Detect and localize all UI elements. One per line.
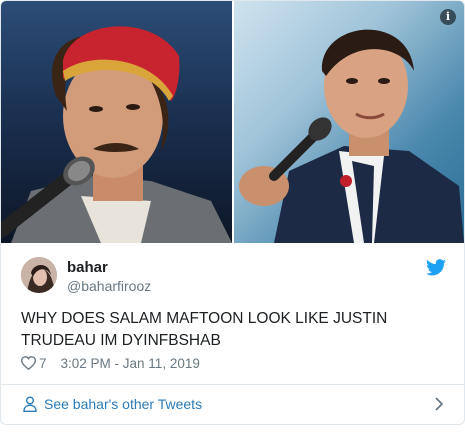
- left-photo[interactable]: [1, 1, 232, 243]
- tweet-meta: 7 3:02 PM - Jan 11, 2019: [21, 355, 200, 375]
- like-count[interactable]: 7: [39, 356, 47, 371]
- tweet-media[interactable]: i: [1, 1, 464, 243]
- author-handle[interactable]: @baharfirooz: [67, 278, 151, 294]
- person-icon: [23, 396, 37, 412]
- info-icon[interactable]: i: [440, 9, 456, 25]
- heart-icon[interactable]: [21, 356, 36, 371]
- tweet-timestamp[interactable]: 3:02 PM - Jan 11, 2019: [61, 356, 200, 371]
- man-with-red-hat-singing-icon: [1, 26, 232, 243]
- avatar-image-icon: [21, 257, 57, 293]
- tweet-text: WHY DOES SALAM MAFTOON LOOK LIKE JUSTIN …: [21, 310, 388, 349]
- author-name[interactable]: bahar: [67, 259, 108, 276]
- avatar[interactable]: [21, 257, 57, 293]
- see-other-tweets-label: See bahar's other Tweets: [44, 396, 203, 412]
- see-other-tweets-link[interactable]: See bahar's other Tweets: [1, 385, 464, 424]
- twitter-bird-icon[interactable]: [426, 259, 446, 276]
- right-photo[interactable]: i: [234, 1, 464, 243]
- chevron-right-icon: [435, 397, 443, 411]
- tweet-embed-card: i bahar @baharfirooz WHY DOES SALAM MAFT…: [0, 0, 465, 425]
- tweet-header: bahar @baharfirooz: [21, 257, 446, 297]
- man-in-suit-speaking-icon: [239, 29, 464, 243]
